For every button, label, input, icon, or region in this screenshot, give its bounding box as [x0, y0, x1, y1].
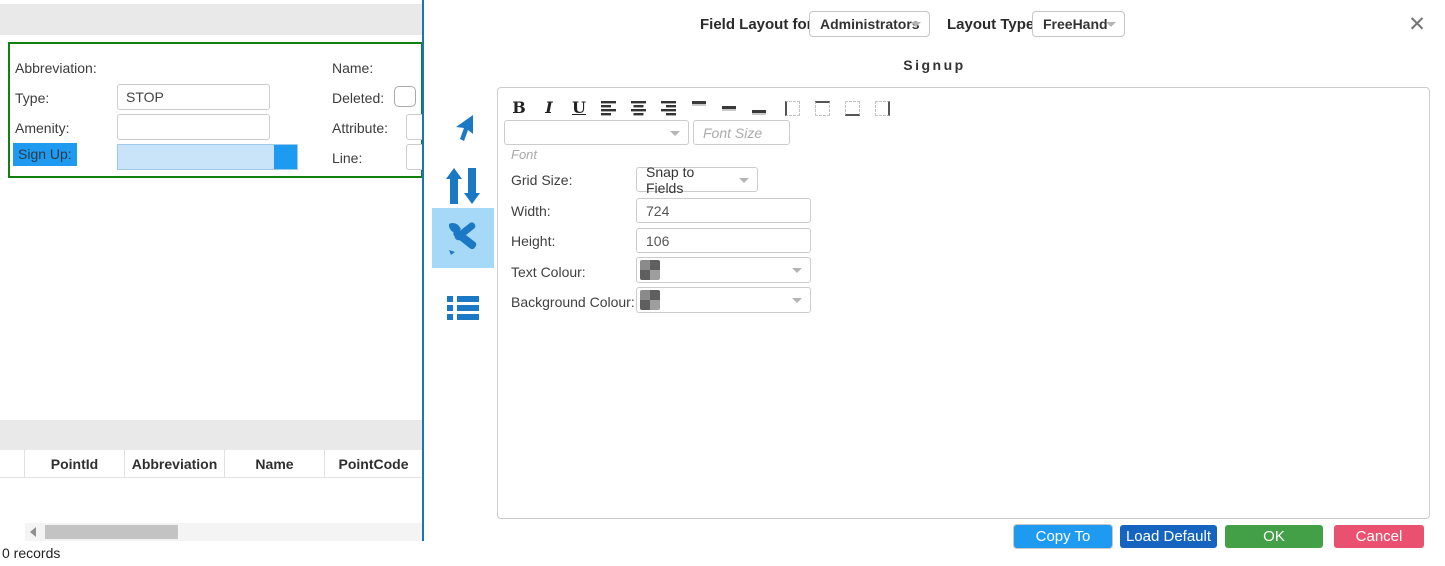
text-colour-label: Text Colour: [511, 264, 586, 280]
align-right-button[interactable] [658, 98, 680, 118]
width-label: Width: [511, 203, 551, 219]
background-colour-label: Background Colour: [511, 294, 635, 310]
cursor-icon [456, 115, 473, 141]
layout-type-label: Layout Type: [947, 16, 1040, 33]
grid-col-abbreviation[interactable]: Abbreviation [124, 450, 224, 478]
cancel-button[interactable]: Cancel [1334, 525, 1424, 548]
valign-middle-icon [721, 100, 737, 116]
select-cursor-tool[interactable] [432, 100, 494, 156]
border-left-button[interactable] [781, 98, 803, 118]
deleted-label: Deleted: [332, 90, 385, 106]
border-bottom-icon [844, 100, 860, 116]
type-field[interactable] [117, 84, 270, 110]
field-layout-for-value: Administrators [820, 16, 920, 32]
tools-icon [448, 222, 477, 255]
grid-col-pointcode[interactable]: PointCode [324, 450, 422, 478]
height-label: Height: [511, 233, 556, 249]
chevron-down-icon [670, 130, 680, 136]
border-top-icon [814, 100, 830, 116]
font-size-input[interactable] [693, 120, 790, 145]
chevron-down-icon [1106, 22, 1116, 27]
field-properties-panel: B I U Font Size Font Grid Size: Snap to … [497, 87, 1430, 519]
background-colour-select[interactable] [636, 287, 811, 313]
scrollbar-left-arrow-icon[interactable] [30, 527, 36, 537]
align-left-button[interactable] [598, 98, 620, 118]
field-layout-for-label: Field Layout for: [700, 16, 818, 33]
align-center-button[interactable] [628, 98, 650, 118]
grid-size-label: Grid Size: [511, 172, 573, 188]
scrollbar-thumb[interactable] [45, 525, 178, 539]
align-right-icon [661, 101, 676, 116]
chevron-down-icon [739, 177, 749, 183]
attribute-label: Attribute: [332, 120, 389, 136]
layout-type-select[interactable]: FreeHand [1032, 11, 1125, 37]
border-bottom-button[interactable] [841, 98, 863, 118]
amenity-label: Amenity: [15, 120, 70, 136]
app-toolbar [0, 4, 423, 35]
border-top-button[interactable] [811, 98, 833, 118]
border-left-icon [784, 100, 800, 116]
screen: Abbreviation: Type: Amenity: Sign Up: Na… [0, 0, 1445, 566]
valign-top-icon [691, 100, 707, 116]
valign-middle-button[interactable] [718, 98, 740, 118]
chevron-down-icon [792, 298, 802, 303]
font-family-select[interactable] [504, 120, 689, 145]
abbreviation-label: Abbreviation: [15, 60, 97, 76]
grid-top-band [0, 420, 423, 450]
grid-col-pointid[interactable]: PointId [24, 450, 124, 478]
field-list-tool[interactable] [432, 280, 494, 336]
bold-button[interactable]: B [508, 98, 530, 118]
deleted-checkbox[interactable] [394, 86, 416, 107]
signup-label-selected[interactable]: Sign Up: [13, 143, 77, 166]
font-group-label: Font [511, 147, 538, 162]
close-icon[interactable]: ✕ [1402, 10, 1432, 40]
chevron-down-icon [911, 22, 921, 27]
move-vertical-icon [446, 168, 480, 204]
valign-top-button[interactable] [688, 98, 710, 118]
amenity-field[interactable] [117, 114, 270, 140]
height-input[interactable] [636, 228, 811, 253]
chevron-down-icon [792, 268, 802, 273]
dialog-left-edge [422, 0, 424, 541]
layout-type-value: FreeHand [1043, 16, 1108, 32]
line-label: Line: [332, 150, 363, 166]
list-icon [447, 293, 479, 323]
align-center-icon [631, 101, 646, 116]
valign-bottom-button[interactable] [748, 98, 770, 118]
border-right-button[interactable] [871, 98, 893, 118]
grid-size-select[interactable]: Snap to Fields [636, 164, 758, 196]
copy-to-button[interactable]: Copy To [1014, 525, 1112, 548]
grid-col-name[interactable]: Name [224, 450, 324, 478]
width-input[interactable] [636, 198, 811, 223]
name-label: Name: [332, 60, 374, 76]
reorder-fields-tool[interactable] [432, 158, 494, 214]
field-properties-tool[interactable] [432, 208, 494, 268]
field-layout-canvas: Abbreviation: Type: Amenity: Sign Up: Na… [8, 42, 423, 178]
italic-button[interactable]: I [538, 98, 560, 118]
grid-header-row: PointId Abbreviation Name PointCode [0, 450, 423, 478]
text-colour-select[interactable] [636, 257, 811, 283]
line-field[interactable] [406, 144, 423, 170]
transparent-colour-swatch [640, 290, 660, 310]
records-count: 0 records [2, 545, 61, 561]
valign-bottom-icon [751, 100, 767, 116]
grid-col-selector [0, 450, 24, 478]
underline-button[interactable]: U [568, 98, 590, 118]
ok-button[interactable]: OK [1225, 525, 1323, 548]
dialog-title: Signup [903, 57, 966, 73]
type-label: Type: [15, 90, 50, 106]
background-app: Abbreviation: Type: Amenity: Sign Up: Na… [0, 0, 423, 566]
transparent-colour-swatch [640, 260, 660, 280]
align-left-icon [601, 101, 616, 116]
field-layout-dialog: Field Layout for: Administrators Layout … [424, 0, 1445, 566]
border-right-icon [874, 100, 890, 116]
load-default-button[interactable]: Load Default [1120, 525, 1217, 548]
attribute-field[interactable] [406, 114, 423, 140]
field-layout-for-select[interactable]: Administrators [809, 11, 930, 37]
signup-field-selected[interactable] [117, 144, 298, 170]
signup-resize-handle[interactable] [274, 145, 297, 169]
grid-size-value: Snap to Fields [646, 163, 695, 196]
